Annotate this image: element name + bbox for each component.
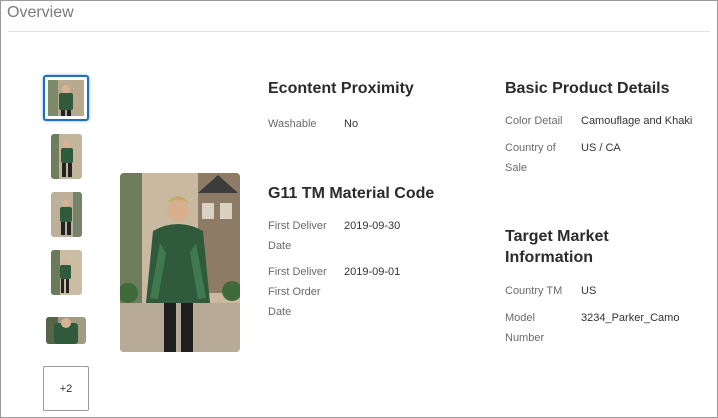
label-country-tm: Country TM: [505, 285, 563, 297]
more-images-button[interactable]: +2: [43, 366, 89, 411]
section-heading-target: Target Market Information: [505, 226, 609, 268]
label-first-deliver-date: First Deliver Date: [268, 216, 327, 256]
product-photo-thumb: [51, 192, 82, 237]
thumbnail-1[interactable]: [43, 75, 89, 121]
thumbnail-2[interactable]: [51, 134, 82, 179]
page-title: Overview: [7, 4, 74, 21]
label-first-order-date: First Deliver First Order Date: [268, 262, 327, 322]
label-line: Country of: [505, 142, 556, 154]
value-first-deliver-date: 2019-09-30: [344, 220, 401, 232]
section-heading-basic: Basic Product Details: [505, 80, 670, 97]
label-country-of-sale: Country of Sale: [505, 138, 556, 178]
product-photo-thumb: [46, 317, 86, 344]
overview-panel: [0, 0, 718, 418]
label-line: Date: [268, 240, 292, 252]
label-line: First Deliver: [268, 220, 327, 232]
title-divider: [8, 31, 710, 32]
value-country-of-sale: US / CA: [581, 142, 621, 154]
label-model-number: Model Number: [505, 308, 544, 348]
heading-line: Information: [505, 249, 593, 266]
value-first-order-date: 2019-09-01: [344, 266, 401, 278]
section-heading-material: G11 TM Material Code: [268, 185, 435, 202]
label-line: Model: [505, 312, 535, 324]
main-product-image[interactable]: [120, 173, 240, 352]
product-photo-thumb: [48, 80, 84, 116]
label-line: First Order: [268, 286, 321, 298]
label-line: First Deliver: [268, 266, 327, 278]
product-photo: [120, 173, 240, 352]
value-color-detail: Camouflage and Khaki: [581, 115, 693, 127]
product-photo-thumb: [51, 250, 82, 295]
product-photo-thumb: [51, 134, 82, 179]
value-country-tm: US: [581, 285, 597, 297]
thumbnail-3[interactable]: [51, 192, 82, 237]
label-line: Sale: [505, 162, 528, 174]
label-line: Number: [505, 332, 545, 344]
thumbnail-4[interactable]: [51, 250, 82, 295]
section-heading-econtent: Econtent Proximity: [268, 80, 414, 97]
thumbnail-5[interactable]: [46, 317, 86, 344]
value-model-number: 3234_Parker_Camo: [581, 312, 680, 324]
value-washable: No: [344, 118, 359, 130]
label-color-detail: Color Detail: [505, 115, 563, 127]
heading-line: Target Market: [505, 228, 609, 245]
label-washable: Washable: [268, 118, 317, 130]
label-line: Date: [268, 306, 292, 318]
